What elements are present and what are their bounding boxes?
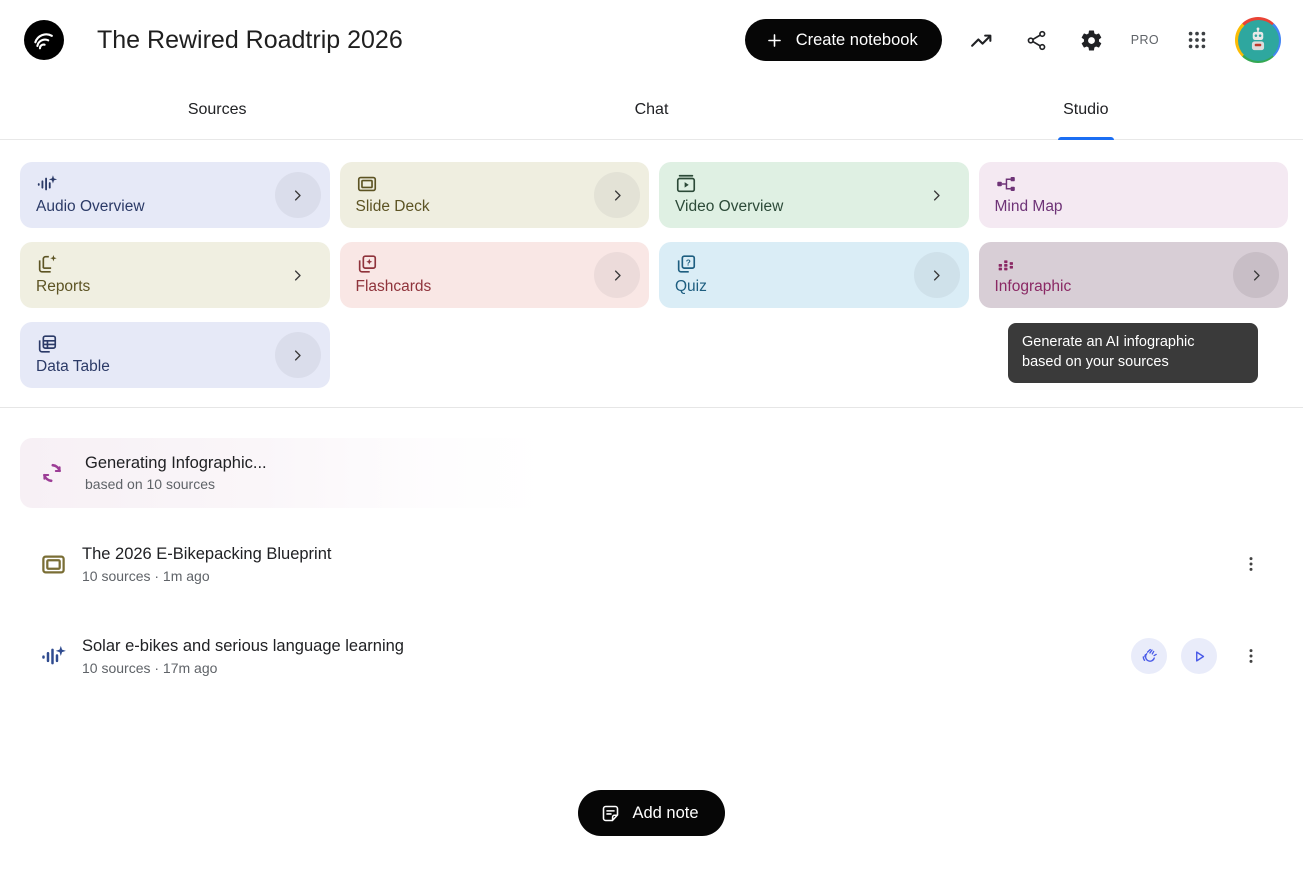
slide-frame-icon bbox=[356, 173, 378, 195]
report-sparkle-icon bbox=[36, 253, 58, 275]
video-play-icon bbox=[675, 173, 697, 195]
generating-infographic-row: Generating Infographic... based on 10 so… bbox=[20, 438, 547, 508]
chevron-right-icon[interactable] bbox=[275, 172, 321, 218]
chevron-right-icon[interactable] bbox=[275, 332, 321, 378]
artifact-meta: 10 sources · 17m ago bbox=[82, 660, 404, 676]
studio-card-video-overview[interactable]: Video Overview bbox=[659, 162, 969, 228]
artifact-title: Solar e-bikes and serious language learn… bbox=[82, 637, 404, 656]
section-divider bbox=[0, 407, 1303, 408]
cards-question-icon: ? bbox=[675, 253, 697, 275]
main-tabs: Sources Chat Studio bbox=[0, 80, 1303, 140]
account-avatar[interactable] bbox=[1235, 17, 1281, 63]
cards-star-icon bbox=[356, 253, 378, 275]
studio-card-quiz[interactable]: ? Quiz bbox=[659, 242, 969, 308]
add-note-container: Add note bbox=[0, 790, 1303, 836]
trending-up-icon bbox=[969, 28, 994, 53]
more-options-button[interactable] bbox=[1237, 550, 1265, 578]
tab-sources[interactable]: Sources bbox=[0, 80, 434, 139]
waving-hand-icon bbox=[1140, 647, 1159, 666]
studio-card-infographic[interactable]: Infographic bbox=[979, 242, 1289, 308]
audio-waveform-sparkle-icon bbox=[36, 173, 58, 195]
apps-grid-icon bbox=[1186, 29, 1208, 51]
card-label: Mind Map bbox=[995, 198, 1063, 216]
active-tab-underline bbox=[1058, 137, 1114, 140]
artifact-meta: 10 sources · 1m ago bbox=[82, 568, 331, 584]
chevron-right-icon[interactable] bbox=[275, 252, 321, 298]
google-apps-button[interactable] bbox=[1182, 25, 1212, 55]
chevron-right-icon[interactable] bbox=[914, 252, 960, 298]
tooltip-line2: based on your sources bbox=[1022, 352, 1244, 372]
artifact-row-slide-deck[interactable]: The 2026 E-Bikepacking Blueprint 10 sour… bbox=[0, 536, 1303, 592]
card-label: Video Overview bbox=[675, 198, 783, 216]
studio-card-data-table[interactable]: Data Table bbox=[20, 322, 330, 388]
note-icon bbox=[600, 803, 621, 824]
add-note-label: Add note bbox=[632, 804, 698, 823]
slide-frame-icon bbox=[40, 551, 67, 578]
tab-chat-label: Chat bbox=[631, 83, 673, 137]
infographic-tooltip: Generate an AI infographic based on your… bbox=[1008, 323, 1258, 383]
create-notebook-button[interactable]: Create notebook bbox=[745, 19, 942, 61]
more-vert-icon bbox=[1241, 554, 1261, 574]
table-grid-icon bbox=[36, 333, 58, 355]
generating-spinner-icon bbox=[40, 461, 64, 485]
more-vert-icon bbox=[1241, 646, 1261, 666]
svg-text:?: ? bbox=[686, 258, 691, 267]
chevron-right-icon[interactable] bbox=[914, 172, 960, 218]
bar-segments-icon bbox=[995, 253, 1017, 275]
studio-card-reports[interactable]: Reports bbox=[20, 242, 330, 308]
notebooklm-logo-icon[interactable] bbox=[24, 20, 64, 60]
studio-card-flashcards[interactable]: Flashcards bbox=[340, 242, 650, 308]
chevron-right-icon[interactable] bbox=[594, 252, 640, 298]
card-label: Slide Deck bbox=[356, 198, 430, 216]
node-graph-icon bbox=[995, 173, 1017, 195]
tooltip-line1: Generate an AI infographic bbox=[1022, 332, 1244, 352]
tab-sources-label: Sources bbox=[184, 83, 251, 137]
audio-waveform-sparkle-icon bbox=[40, 643, 67, 670]
play-icon bbox=[1190, 647, 1209, 666]
chevron-right-icon[interactable] bbox=[594, 172, 640, 218]
plus-icon bbox=[765, 31, 784, 50]
share-icon bbox=[1025, 29, 1048, 52]
avatar-robot-image bbox=[1238, 20, 1279, 61]
share-button[interactable] bbox=[1021, 25, 1052, 56]
card-label: Quiz bbox=[675, 278, 707, 296]
card-label: Infographic bbox=[995, 278, 1072, 296]
card-label: Audio Overview bbox=[36, 198, 145, 216]
chevron-right-icon[interactable] bbox=[1233, 252, 1279, 298]
more-options-button[interactable] bbox=[1237, 642, 1265, 670]
studio-card-mind-map[interactable]: Mind Map bbox=[979, 162, 1289, 228]
card-label: Reports bbox=[36, 278, 90, 296]
gear-icon bbox=[1079, 28, 1104, 53]
generating-subtitle: based on 10 sources bbox=[85, 476, 267, 492]
header-actions: Create notebook PRO bbox=[745, 17, 1281, 63]
pro-badge: PRO bbox=[1131, 33, 1159, 47]
generating-title: Generating Infographic... bbox=[85, 454, 267, 473]
play-audio-button[interactable] bbox=[1181, 638, 1217, 674]
studio-card-audio-overview[interactable]: Audio Overview bbox=[20, 162, 330, 228]
artifact-row-audio-overview[interactable]: Solar e-bikes and serious language learn… bbox=[0, 626, 1303, 686]
add-note-button[interactable]: Add note bbox=[578, 790, 724, 836]
settings-button[interactable] bbox=[1075, 24, 1108, 57]
notebook-title[interactable]: The Rewired Roadtrip 2026 bbox=[97, 26, 403, 55]
card-label: Data Table bbox=[36, 358, 110, 376]
artifact-title: The 2026 E-Bikepacking Blueprint bbox=[82, 545, 331, 564]
card-label: Flashcards bbox=[356, 278, 432, 296]
app-header: The Rewired Roadtrip 2026 Create noteboo… bbox=[0, 0, 1303, 80]
create-notebook-label: Create notebook bbox=[796, 31, 918, 50]
tab-chat[interactable]: Chat bbox=[434, 80, 868, 139]
analytics-button[interactable] bbox=[965, 24, 998, 57]
interactive-mode-button[interactable] bbox=[1131, 638, 1167, 674]
tab-studio-label: Studio bbox=[1059, 83, 1112, 137]
studio-card-slide-deck[interactable]: Slide Deck bbox=[340, 162, 650, 228]
tab-studio[interactable]: Studio bbox=[869, 80, 1303, 139]
